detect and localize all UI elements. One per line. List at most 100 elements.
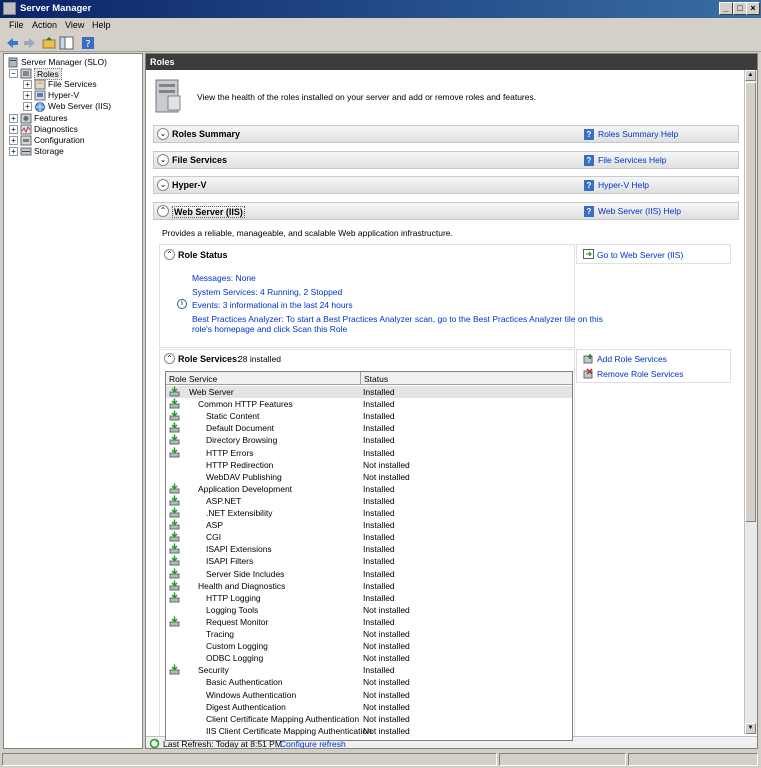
table-row[interactable]: Security Installed [166,664,572,676]
table-row[interactable]: IIS Client Certificate Mapping Authentic… [166,725,572,737]
system-services-link[interactable]: System Services: 4 Running, 2 Stopped [192,287,342,297]
table-row[interactable]: Request Monitor Installed [166,616,572,628]
maximize-button[interactable]: □ [733,2,747,15]
table-row[interactable]: HTTP Errors Installed [166,447,572,459]
table-row[interactable]: Logging Tools Not installed [166,604,572,616]
table-row[interactable]: Static Content Installed [166,410,572,422]
section-title: Roles Summary [172,129,241,139]
role-service-name: Windows Authentication [206,689,297,700]
section-roles-summary[interactable]: ⌄ Roles Summary ? Roles Summary Help [153,125,739,143]
installed-icon [169,422,180,433]
expander-storage[interactable]: + [9,147,18,156]
role-service-name: ISAPI Filters [206,556,254,567]
table-row[interactable]: ASP.NET Installed [166,495,572,507]
tree-item-storage[interactable]: Storage [34,146,64,156]
menu-help[interactable]: Help [92,20,111,30]
tree-root[interactable]: Server Manager (SLO) [21,57,107,67]
bpa-link-line2[interactable]: role's homepage and click Scan this Role [192,324,347,334]
show-hide-tree-icon[interactable] [59,36,74,50]
section-file-services[interactable]: ⌄ File Services ? File Services Help [153,151,739,169]
tree-item-hyper-v[interactable]: Hyper-V [48,90,79,100]
hyper-v-help-link[interactable]: Hyper-V Help [598,180,649,190]
bpa-link[interactable]: Best Practices Analyzer: To start a Best… [192,314,603,324]
table-row[interactable]: Directory Browsing Installed [166,434,572,446]
section-web-server[interactable]: ⌃ Web Server (IIS) ? Web Server (IIS) He… [153,202,739,220]
remove-role-services-link[interactable]: Remove Role Services [597,369,683,379]
file-services-help-link[interactable]: File Services Help [598,155,667,165]
expander-features[interactable]: + [9,114,18,123]
minimize-button[interactable]: _ [719,2,733,15]
table-row[interactable]: Common HTTP Features Installed [166,398,572,410]
role-service-name: Digest Authentication [206,701,286,712]
table-row[interactable]: Basic Authentication Not installed [166,676,572,688]
installed-icon [169,531,180,542]
close-button[interactable]: × [746,2,760,15]
web-server-help-link[interactable]: Web Server (IIS) Help [598,206,681,216]
roles-summary-help-link[interactable]: Roles Summary Help [598,129,678,139]
menu-view[interactable]: View [65,20,84,30]
role-service-name: HTTP Redirection [206,459,274,470]
status-panel-main [2,753,497,766]
menu-action[interactable]: Action [32,20,57,30]
table-row[interactable]: Windows Authentication Not installed [166,689,572,701]
table-row[interactable]: ASP Installed [166,519,572,531]
help-icon[interactable]: ? [81,36,96,50]
table-row[interactable]: Digest Authentication Not installed [166,701,572,713]
table-row[interactable]: CGI Installed [166,531,572,543]
goto-web-server-link[interactable]: Go to Web Server (IIS) [597,250,683,260]
tree-item-diagnostics[interactable]: Diagnostics [34,124,78,134]
table-row[interactable]: .NET Extensibility Installed [166,507,572,519]
expander-file-services[interactable]: + [23,80,32,89]
role-service-name: Application Development [198,483,293,494]
column-header-status[interactable]: Status [361,372,572,385]
table-row[interactable]: Custom Logging Not installed [166,640,572,652]
expander-diagnostics[interactable]: + [9,125,18,134]
table-row[interactable]: HTTP Redirection Not installed [166,459,572,471]
expander-roles[interactable]: − [9,69,18,78]
chevron-up-icon[interactable]: ⌃ [157,205,169,217]
chevron-down-icon[interactable]: ⌄ [157,154,169,166]
tree-item-file-services[interactable]: File Services [48,79,97,89]
remove-role-services-icon [583,368,593,379]
scroll-up-arrow[interactable]: ▲ [745,70,756,81]
role-services-table[interactable]: Role Service Status Web Server Installed C… [165,371,573,741]
chevron-down-icon[interactable]: ⌄ [157,128,169,140]
table-row[interactable]: ODBC Logging Not installed [166,652,572,664]
table-row[interactable]: Client Certificate Mapping Authenticatio… [166,713,572,725]
server-icon [8,57,18,68]
up-folder-icon[interactable] [42,36,57,50]
chevron-up-icon[interactable]: ⌃ [164,353,175,364]
table-row[interactable]: Application Development Installed [166,483,572,495]
role-service-name: .NET Extensibility [206,508,273,518]
section-hyper-v[interactable]: ⌄ Hyper-V ? Hyper-V Help [153,176,739,194]
role-service-status: Installed [363,580,395,591]
table-row[interactable]: Health and Diagnostics Installed [166,580,572,592]
table-row[interactable]: WebDAV Publishing Not installed [166,471,572,483]
table-row[interactable]: ISAPI Filters Installed [166,555,572,567]
chevron-down-icon[interactable]: ⌄ [157,179,169,191]
table-row[interactable]: Web Server Installed [166,386,572,398]
messages-link[interactable]: Messages: None [192,273,256,283]
menu-file[interactable]: File [9,20,24,30]
tree-item-configuration[interactable]: Configuration [34,135,85,145]
forward-icon[interactable] [22,36,37,50]
chevron-up-icon[interactable]: ⌃ [164,249,175,260]
back-icon[interactable] [5,36,20,50]
events-link[interactable]: Events: 3 informational in the last 24 h… [192,300,353,310]
expander-web-server[interactable]: + [23,102,32,111]
column-header-role-service[interactable]: Role Service [166,372,361,385]
expander-configuration[interactable]: + [9,136,18,145]
installed-icon [169,592,180,603]
role-service-status: Not installed [363,701,410,712]
add-role-services-link[interactable]: Add Role Services [597,354,667,364]
table-row[interactable]: ISAPI Extensions Installed [166,543,572,555]
expander-hyper-v[interactable]: + [23,91,32,100]
scrollbar-thumb[interactable] [745,82,756,522]
tree-item-web-server[interactable]: Web Server (IIS) [48,101,111,111]
tree-item-features[interactable]: Features [34,113,68,123]
table-row[interactable]: Server Side Includes Installed [166,568,572,580]
scroll-down-arrow[interactable]: ▼ [745,723,756,734]
table-row[interactable]: Tracing Not installed [166,628,572,640]
table-row[interactable]: HTTP Logging Installed [166,592,572,604]
table-row[interactable]: Default Document Installed [166,422,572,434]
